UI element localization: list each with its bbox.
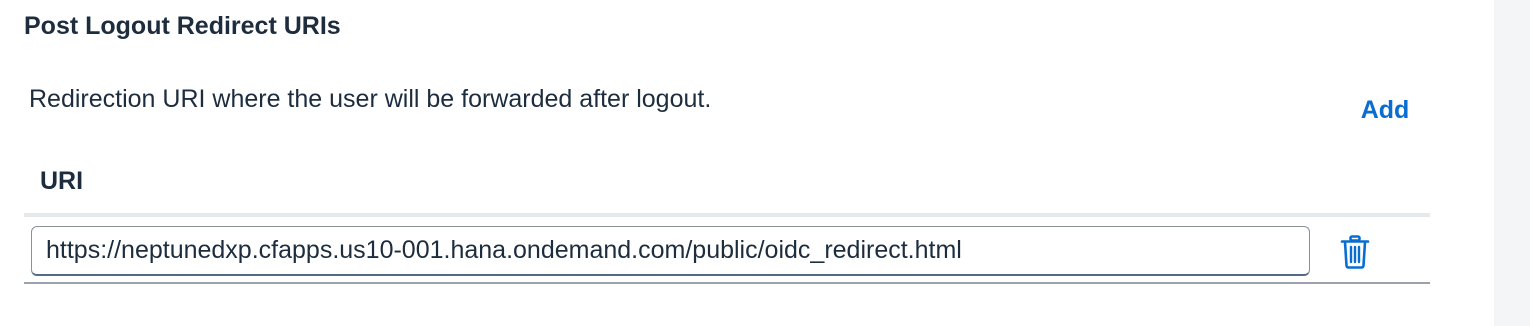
row-divider [24, 282, 1430, 284]
uri-input[interactable] [31, 226, 1310, 276]
trash-icon [1340, 235, 1370, 269]
add-button[interactable]: Add [1348, 90, 1422, 130]
delete-button[interactable] [1334, 231, 1376, 273]
section-description: Redirection URI where the user will be f… [29, 85, 712, 113]
table-header: URI [24, 156, 1430, 214]
right-rail [1494, 0, 1530, 326]
column-header-uri: URI [40, 167, 84, 195]
redirect-uris-panel: Post Logout Redirect URIs Redirection UR… [0, 0, 1494, 326]
table-row [24, 217, 1430, 283]
section-title: Post Logout Redirect URIs [24, 12, 341, 40]
